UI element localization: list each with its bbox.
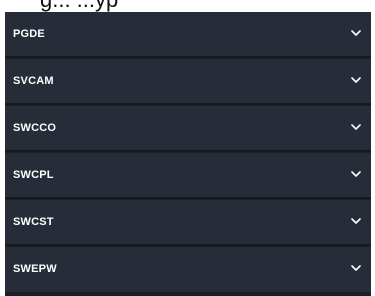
accordion-item-pgde[interactable]: PGDE	[5, 12, 371, 58]
accordion-item-swcco[interactable]: SWCCO	[5, 106, 371, 152]
accordion-item-label: SWCCO	[13, 122, 57, 134]
chevron-down-icon[interactable]	[351, 217, 361, 225]
accordion-item-svcam[interactable]: SVCAM	[5, 59, 371, 105]
accordion-item-label: PGDE	[13, 28, 45, 40]
accordion-item-swcst[interactable]: SWCST	[5, 200, 371, 246]
cropped-header: g... ...yp	[0, 0, 375, 12]
page: g... ...yp PGDE SVCAM SWCCO SWCPL	[0, 0, 375, 296]
chevron-down-icon[interactable]	[351, 76, 361, 84]
chevron-down-icon[interactable]	[351, 264, 361, 272]
accordion-item-label: SWCST	[13, 216, 54, 228]
accordion-item-label: SVCAM	[13, 75, 54, 87]
chevron-down-icon[interactable]	[351, 170, 361, 178]
cropped-header-text: g... ...yp	[40, 0, 375, 12]
accordion-item-label: SWCPL	[13, 169, 54, 181]
accordion-item-label: SWEPW	[13, 263, 57, 275]
chevron-down-icon[interactable]	[351, 123, 361, 131]
accordion-list: PGDE SVCAM SWCCO SWCPL SWCST SWEPW	[5, 12, 371, 296]
accordion-item-swepw[interactable]: SWEPW	[5, 247, 371, 292]
accordion-item-swcpl[interactable]: SWCPL	[5, 153, 371, 199]
chevron-down-icon[interactable]	[351, 29, 361, 37]
